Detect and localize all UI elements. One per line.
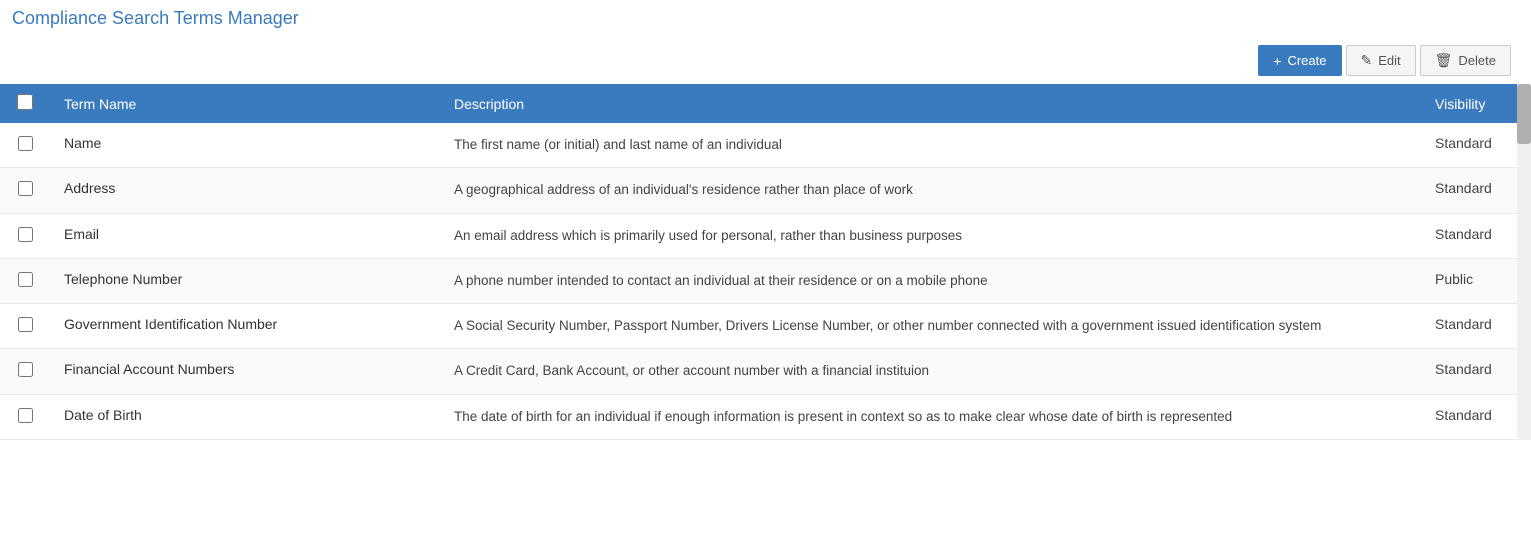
row-checkbox[interactable] [18,272,33,287]
description-cell: A Social Security Number, Passport Numbe… [440,304,1421,349]
row-checkbox[interactable] [18,136,33,151]
row-checkbox[interactable] [18,362,33,377]
edit-icon: ✎ [1361,52,1373,69]
select-all-checkbox[interactable] [17,94,33,110]
visibility-cell: Standard [1421,394,1531,439]
term-name-cell: Government Identification Number [50,304,440,349]
description-cell: A geographical address of an individual'… [440,168,1421,213]
terms-table: Term Name Description Visibility NameThe… [0,84,1531,440]
row-checkbox[interactable] [18,181,33,196]
row-checkbox-cell[interactable] [0,349,50,394]
trash-icon: 🗑 [1435,52,1453,69]
term-name-cell: Address [50,168,440,213]
visibility-cell: Standard [1421,123,1531,168]
row-checkbox[interactable] [18,227,33,242]
page-title: Compliance Search Terms Manager [0,0,1531,37]
plus-icon: + [1273,53,1281,69]
table-row: Date of BirthThe date of birth for an in… [0,394,1531,439]
term-name-cell: Date of Birth [50,394,440,439]
term-name-cell: Email [50,213,440,258]
row-checkbox-cell[interactable] [0,168,50,213]
visibility-header: Visibility [1421,84,1531,123]
table-row: AddressA geographical address of an indi… [0,168,1531,213]
description-cell: A phone number intended to contact an in… [440,258,1421,303]
term-name-cell: Telephone Number [50,258,440,303]
row-checkbox-cell[interactable] [0,123,50,168]
table-header-row: Term Name Description Visibility [0,84,1531,123]
visibility-cell: Standard [1421,349,1531,394]
description-cell: An email address which is primarily used… [440,213,1421,258]
table-body: NameThe first name (or initial) and last… [0,123,1531,439]
table-row: Telephone NumberA phone number intended … [0,258,1531,303]
row-checkbox[interactable] [18,317,33,332]
table-row: Government Identification NumberA Social… [0,304,1531,349]
term-name-cell: Name [50,123,440,168]
scrollbar[interactable] [1517,84,1531,440]
visibility-cell: Standard [1421,304,1531,349]
table-row: NameThe first name (or initial) and last… [0,123,1531,168]
row-checkbox[interactable] [18,408,33,423]
row-checkbox-cell[interactable] [0,213,50,258]
visibility-cell: Standard [1421,168,1531,213]
delete-button[interactable]: 🗑 Delete [1420,45,1511,76]
visibility-cell: Standard [1421,213,1531,258]
table-wrapper: Term Name Description Visibility NameThe… [0,84,1531,440]
header-checkbox-cell[interactable] [0,84,50,123]
description-header: Description [440,84,1421,123]
toolbar: + Create ✎ Edit 🗑 Delete [0,37,1531,84]
table-row: EmailAn email address which is primarily… [0,213,1531,258]
table-row: Financial Account NumbersA Credit Card, … [0,349,1531,394]
edit-button[interactable]: ✎ Edit [1346,45,1416,76]
description-cell: A Credit Card, Bank Account, or other ac… [440,349,1421,394]
visibility-cell: Public [1421,258,1531,303]
row-checkbox-cell[interactable] [0,258,50,303]
description-cell: The first name (or initial) and last nam… [440,123,1421,168]
create-button[interactable]: + Create [1258,45,1341,76]
scrollbar-thumb[interactable] [1517,84,1531,144]
row-checkbox-cell[interactable] [0,394,50,439]
term-name-header: Term Name [50,84,440,123]
row-checkbox-cell[interactable] [0,304,50,349]
description-cell: The date of birth for an individual if e… [440,394,1421,439]
term-name-cell: Financial Account Numbers [50,349,440,394]
